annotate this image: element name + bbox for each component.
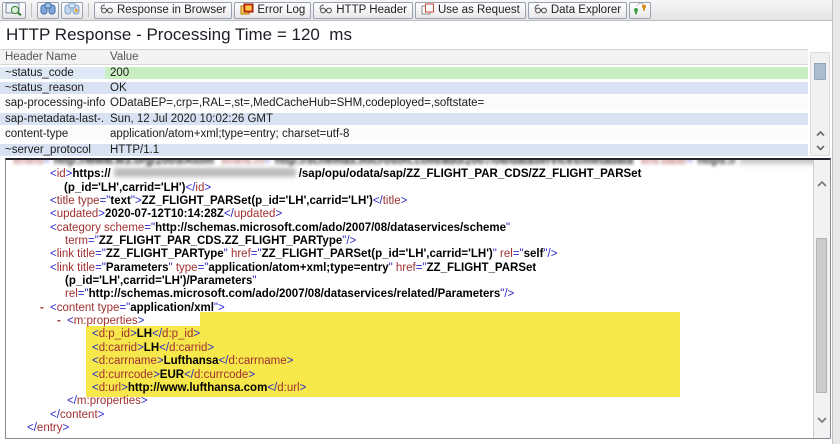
error-log-button[interactable]: Error Log [234, 1, 312, 19]
header-name: ~server_protocol [0, 143, 105, 156]
header-value: HTTP/1.1 [105, 143, 808, 156]
header-table-scrollbar[interactable] [810, 52, 830, 156]
redacted-host [113, 168, 296, 178]
xml-line: <title type="text">ZZ_FLIGHT_PARSet(p_id… [50, 195, 408, 208]
table-header-row: Header Name Value [0, 50, 808, 65]
header-value: application/atom+xml;type=entry; charset… [105, 128, 808, 141]
page-title: HTTP Response - Processing Time = 120 ms [6, 25, 352, 44]
scroll-down-arrow[interactable] [816, 412, 828, 424]
xml-line: <d:carrname>Lufthansa</d:carrname> [92, 355, 294, 368]
column-header-value: Value [110, 51, 139, 63]
header-name: sap-processing-info [0, 97, 105, 110]
xml-line: <d:carrid>LH</d:carrid> [92, 341, 215, 354]
header-value: 200 [105, 66, 808, 79]
data-explorer-button[interactable]: Data Explorer [527, 1, 628, 19]
collapse-marker[interactable]: - [40, 302, 44, 315]
xml-line: </m:properties> [67, 395, 148, 408]
xml-line: <d:currcode>EUR</d:currcode> [92, 368, 256, 381]
header-row-content-type[interactable]: content-type application/atom+xml;type=e… [0, 127, 808, 142]
xml-line: (p_id='LH',carrid='LH')</id> [64, 181, 212, 194]
xml-line: <d:url>http://www.lufthansa.com</d:url> [92, 381, 307, 394]
header-row-sap-processing-info[interactable]: sap-processing-info ODataBEP=,crp=,RAL=,… [0, 96, 808, 111]
find-next-icon [64, 2, 80, 18]
xml-line: <d:p_id>LH</d:p_id> [92, 328, 201, 341]
button-label: Error Log [257, 4, 306, 16]
header-name: ~status_code [0, 66, 105, 79]
scroll-up-arrow[interactable] [815, 125, 826, 137]
toolbar: Response in Browser Error Log HTTP Heade… [0, 0, 832, 21]
title-bar: HTTP Response - Processing Time = 120 ms [0, 21, 832, 49]
xml-line: (p_id='LH',carrid='LH')/Parameters" [65, 275, 257, 288]
xml-line: </content> [50, 408, 105, 421]
xml-line: - <content type="application/xml"> [40, 301, 225, 315]
glasses-icon [319, 3, 333, 17]
header-row-server-protocol[interactable]: ~server_protocol HTTP/1.1 [0, 142, 808, 157]
display-response-button[interactable] [2, 1, 26, 19]
glasses-icon [534, 3, 548, 17]
xml-line: </entry> [27, 421, 70, 434]
xml-line: <id>https:///sap/opu/odata/sap/ZZ_FLIGHT… [50, 168, 642, 181]
glasses-icon [100, 3, 114, 17]
body-scrollbar[interactable] [813, 160, 830, 438]
find-icon [40, 2, 56, 18]
response-in-browser-button[interactable]: Response in Browser [94, 1, 233, 19]
display-response-icon [5, 2, 23, 19]
find-button[interactable] [37, 1, 59, 19]
switch-button[interactable] [629, 1, 652, 19]
header-value: Sun, 12 Jul 2020 10:02:26 GMT [105, 112, 808, 125]
button-label: Use as Request [437, 4, 520, 16]
xml-line: <link title="Parameters" type="applicati… [50, 261, 537, 274]
switch-icon [632, 2, 648, 18]
find-next-button[interactable] [61, 1, 83, 19]
column-header-name: Header Name [5, 51, 77, 63]
xml-line: xmlns="http://www.w3.org/2005/Atom" xmln… [13, 160, 830, 168]
header-name: content-type [0, 128, 105, 141]
scrollbar-thumb[interactable] [814, 63, 826, 80]
xml-line: rel="http://schemas.microsoft.com/ado/20… [65, 288, 515, 301]
header-row-sap-metadata[interactable]: sap-metadata-last-... Sun, 12 Jul 2020 1… [0, 111, 808, 126]
copy-icon [421, 3, 435, 18]
button-label: Data Explorer [550, 4, 622, 16]
xml-line: - <m:properties> [57, 315, 145, 328]
header-name: ~status_reason [0, 82, 105, 95]
xml-line: <updated>2020-07-12T10:14:28Z</updated> [50, 208, 283, 221]
header-row-status-code[interactable]: ~status_code 200 [0, 65, 808, 80]
collapse-marker[interactable]: - [57, 315, 61, 328]
scroll-up-arrow[interactable] [816, 176, 828, 187]
xml-line: <category scheme="http://schemas.microso… [50, 221, 511, 234]
header-name: sap-metadata-last-... [0, 112, 105, 125]
scrollbar-thumb[interactable] [816, 238, 827, 393]
header-value: ODataBEP=,crp=,RAL=,st=,MedCacheHub=SHM,… [105, 97, 808, 110]
button-label: HTTP Header [336, 4, 407, 16]
xml-view: xmlns="http://www.w3.org/2005/Atom" xmln… [13, 160, 830, 435]
window-edge [832, 0, 840, 444]
header-value: OK [105, 82, 808, 95]
toolbar-separator [88, 3, 89, 17]
error-log-icon [240, 3, 254, 18]
header-row-status-reason[interactable]: ~status_reason OK [0, 80, 808, 95]
xml-response-body: xmlns="http://www.w3.org/2005/Atom" xmln… [5, 158, 831, 439]
xml-line: <link title="ZZ_FLIGHT_PARType" href="ZZ… [50, 248, 558, 261]
xml-line: term="ZZ_FLIGHT_PAR_CDS.ZZ_FLIGHT_PARTyp… [65, 235, 357, 248]
use-as-request-button[interactable]: Use as Request [414, 1, 526, 19]
scroll-down-arrow[interactable] [815, 139, 826, 151]
http-header-button[interactable]: HTTP Header [313, 1, 413, 19]
toolbar-separator [31, 3, 32, 17]
http-response-window: Response in Browser Error Log HTTP Heade… [0, 0, 840, 444]
button-label: Response in Browser [117, 4, 227, 16]
response-header-table: Header Name Value ~status_code 200 ~stat… [0, 49, 808, 157]
